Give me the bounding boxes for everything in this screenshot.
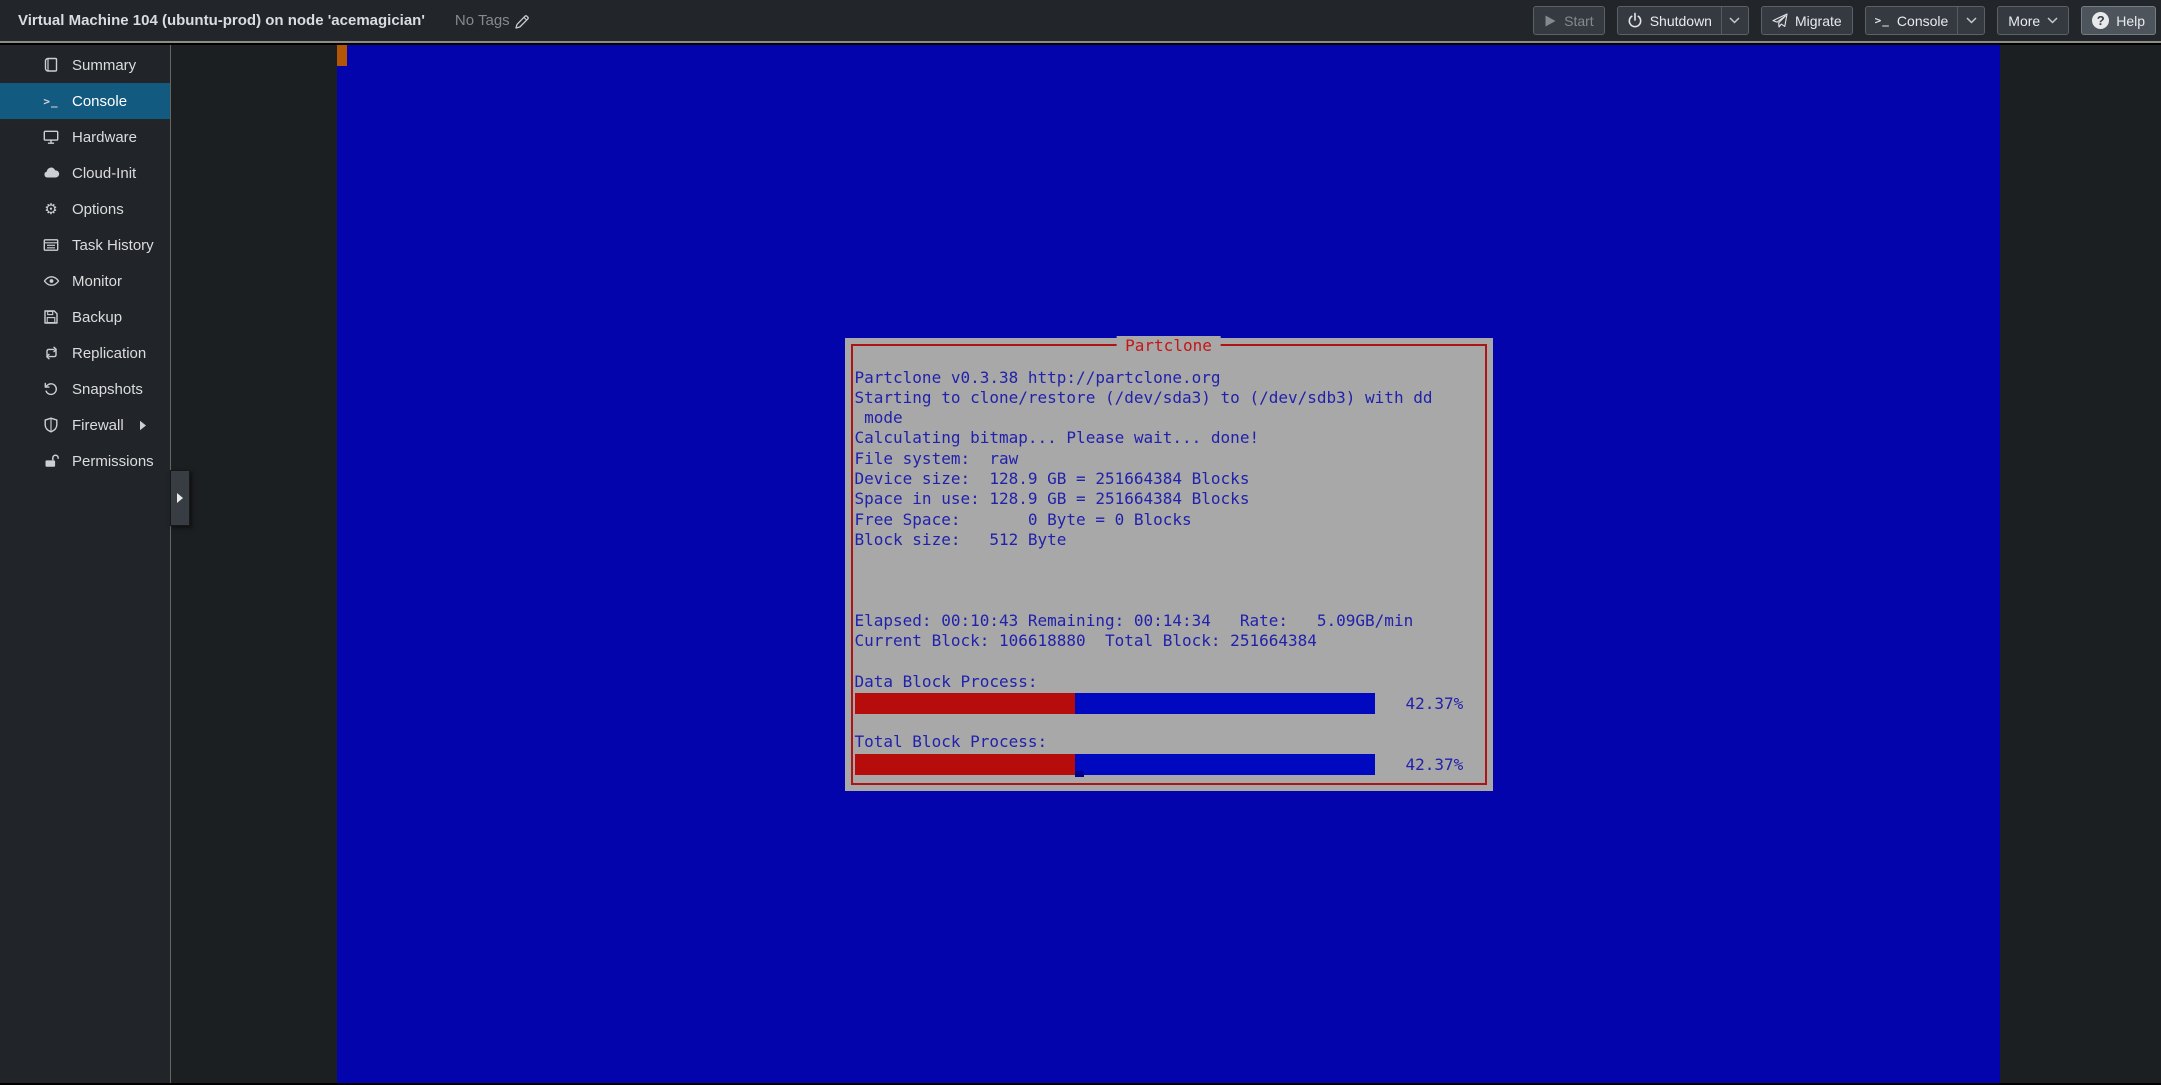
console-panel: Partclone Partclone v0.3.38 http://partc… [171,45,2161,1083]
sidebar-item-backup[interactable]: Backup [0,299,170,335]
console-text-line: Device size: 128.9 GB = 251664384 Blocks [855,469,1485,489]
sidebar-item-snapshots[interactable]: Snapshots [0,371,170,407]
terminal-cursor [1075,771,1084,777]
dialog-title: Partclone [1116,336,1221,356]
desktop-icon [42,129,60,145]
console-text-line: Current Block: 106618880 Total Block: 25… [855,631,1485,651]
data-block-progress: 42.37% [855,692,1485,715]
progress-bar [855,754,1375,775]
sidebar-item-permissions[interactable]: Permissions [0,443,170,479]
help-button[interactable]: ? Help [2081,6,2156,35]
gear-icon: ⚙ [42,202,60,217]
sidebar-item-summary[interactable]: Summary [0,47,170,83]
console-text-line: mode [855,408,1485,428]
pencil-icon [515,14,530,29]
console-text-line: Block size: 512 Byte [855,530,1485,550]
data-block-percent: 42.37% [1406,694,1464,713]
console-text-line: Space in use: 128.9 GB = 251664384 Block… [855,489,1485,509]
book-icon [42,57,60,73]
power-icon [1627,12,1643,29]
dialog-body: Partclone v0.3.38 http://partclone.org S… [855,368,1485,776]
progress-fill [855,693,1075,714]
total-block-label: Total Block Process: [855,732,1485,752]
chevron-down-icon [2047,17,2058,24]
spacer [855,715,1485,732]
page-title: Virtual Machine 104 (ubuntu-prod) on nod… [18,12,425,29]
tags-control[interactable]: No Tags [455,12,530,29]
sidebar-item-monitor[interactable]: Monitor [0,263,170,299]
console-text-line [855,550,1485,570]
chevron-down-icon [1729,17,1740,24]
data-block-label: Data Block Process: [855,672,1485,692]
sidebar-item-replication[interactable]: Replication [0,335,170,371]
progress-bar [855,693,1375,714]
terminal-icon: >_ [1875,14,1890,27]
sidebar-item-hardware[interactable]: Hardware [0,119,170,155]
cloud-icon [42,165,60,181]
vm-menu-sidebar: Summary >_ Console Hardware Cloud-Init ⚙… [0,45,171,1083]
terminal-icon: >_ [42,95,60,108]
console-text-line: File system: raw [855,449,1485,469]
sidebar-item-task-history[interactable]: Task History [0,227,170,263]
console-text-line: Starting to clone/restore (/dev/sda3) to… [855,388,1485,408]
console-text-line: Calculating bitmap... Please wait... don… [855,428,1485,448]
console-text-line: Elapsed: 00:10:43 Remaining: 00:14:34 Ra… [855,611,1485,631]
tags-label: No Tags [455,12,510,29]
sidebar-item-console[interactable]: >_ Console [0,83,170,119]
shutdown-main[interactable]: Shutdown [1618,7,1721,34]
vnc-display[interactable]: Partclone Partclone v0.3.38 http://partc… [337,45,2000,1083]
console-button: >_ Console [1865,6,1986,35]
retweet-icon [42,345,60,361]
eye-icon [42,273,60,289]
console-text-line [855,591,1485,611]
console-text-line: Free Space: 0 Byte = 0 Blocks [855,510,1485,530]
shutdown-menu-caret[interactable] [1722,7,1748,34]
submenu-caret-icon [139,420,147,431]
migrate-button[interactable]: Migrate [1761,6,1853,35]
progress-fill [855,754,1075,775]
list-icon [42,237,60,253]
start-button[interactable]: Start [1533,6,1605,35]
total-block-percent: 42.37% [1406,755,1464,774]
unlock-icon [42,453,60,469]
console-menu-caret[interactable] [1958,7,1984,34]
sidebar-item-options[interactable]: ⚙ Options [0,191,170,227]
console-text-line: Partclone v0.3.38 http://partclone.org [855,368,1485,388]
novnc-handle[interactable] [337,45,347,66]
partclone-dialog: Partclone Partclone v0.3.38 http://partc… [845,338,1493,791]
caret-right-icon [176,492,184,504]
shutdown-button: Shutdown [1617,6,1749,35]
play-icon [1544,14,1557,28]
top-bar: Virtual Machine 104 (ubuntu-prod) on nod… [0,0,2161,43]
sidebar-item-cloud-init[interactable]: Cloud-Init [0,155,170,191]
more-button[interactable]: More [1997,6,2069,35]
question-icon: ? [2092,12,2109,29]
sidebar-expander-handle[interactable] [170,470,190,526]
console-text-line [855,570,1485,590]
sidebar-item-firewall[interactable]: Firewall [0,407,170,443]
toolbar: Start Shutdown [1533,6,2156,35]
history-icon [42,381,60,397]
floppy-icon [42,309,60,325]
shield-icon [42,417,60,433]
chevron-down-icon [1966,17,1977,24]
console-text-line [855,652,1485,672]
console-main[interactable]: >_ Console [1866,7,1958,34]
total-block-progress: 42.37% [855,753,1485,776]
paper-plane-icon [1772,13,1788,29]
